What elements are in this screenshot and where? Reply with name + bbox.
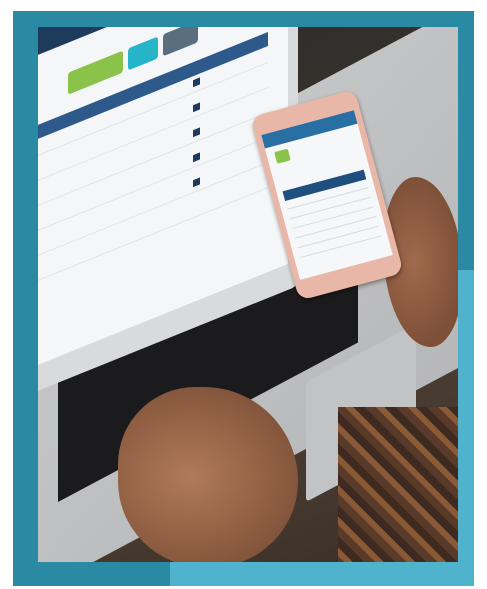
screen-status-square [193,102,200,113]
phone-row-line [289,196,372,220]
screen-row-line [38,111,268,214]
phone-row-line [297,225,379,249]
photo [38,27,458,562]
screen-status-square [193,77,200,88]
phone-row-line [300,235,382,259]
teal-accent-bottom [170,562,474,586]
screen-button-green [68,50,123,95]
phone-row-line [292,206,374,230]
screen-status-square [193,127,200,138]
screen-button-gray [163,27,198,57]
screen-row-line [38,136,268,239]
screen-status-square [193,177,200,188]
screen-row-line [38,186,268,289]
screen-button-teal [128,36,158,71]
screen-status-square [193,152,200,163]
phone-header-bar [261,110,358,149]
screen-row-line [38,161,268,264]
patterned-sleeve [338,407,458,562]
phone-row-line [294,216,377,239]
phone-table-header [282,169,367,202]
phone-green-icon [274,148,291,164]
screen-row-line [38,86,268,189]
